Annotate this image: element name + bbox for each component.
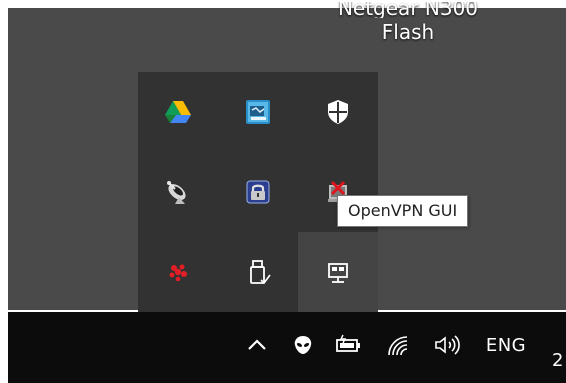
clock[interactable]: 2 — [552, 350, 566, 371]
red-dots-app-icon — [169, 264, 187, 282]
tray-item-usb[interactable] — [218, 232, 298, 312]
chevron-up-icon — [248, 339, 266, 350]
tray-overflow-panel — [138, 72, 378, 312]
screen: Netgear N300 Flash OpenVPN GUI ENG 2 — [0, 0, 566, 383]
battery-button[interactable] — [333, 330, 365, 360]
desktop-label-cut: Netgear N300 — [337, 2, 479, 18]
tray-item-vpn-lock[interactable] — [218, 152, 298, 232]
battery-charging-icon — [336, 334, 360, 352]
vpn-lock-icon — [246, 180, 270, 204]
tray-item-intel-graphics[interactable] — [218, 72, 298, 152]
network-wifi-button[interactable] — [383, 330, 415, 360]
windows-defender-shield-icon — [328, 100, 348, 124]
tray-item-network[interactable] — [298, 232, 378, 312]
tray-item-red-dots[interactable] — [138, 232, 218, 312]
tray-item-satellite[interactable] — [138, 152, 218, 232]
tooltip: OpenVPN GUI — [337, 195, 469, 227]
tray-item-windows-defender[interactable] — [298, 72, 378, 152]
volume-button[interactable] — [431, 330, 465, 360]
satellite-dish-icon — [167, 181, 186, 204]
tray-item-google-drive[interactable] — [138, 72, 218, 152]
desktop-label-text: Flash — [381, 20, 435, 44]
input-language-button[interactable]: ENG — [478, 330, 534, 360]
wifi-icon — [388, 336, 408, 356]
show-hidden-icons-button[interactable] — [242, 330, 272, 360]
tray-item-alien[interactable] — [288, 330, 318, 360]
usb-drive-icon — [250, 260, 271, 285]
taskbar: ENG 2 — [8, 312, 566, 383]
intel-graphics-icon — [246, 100, 270, 124]
network-computer-icon — [328, 263, 348, 283]
desktop-icon-label[interactable]: Netgear N300 Flash — [308, 2, 508, 46]
volume-icon — [435, 335, 460, 355]
alien-head-icon — [294, 336, 312, 354]
google-drive-icon — [165, 101, 191, 123]
